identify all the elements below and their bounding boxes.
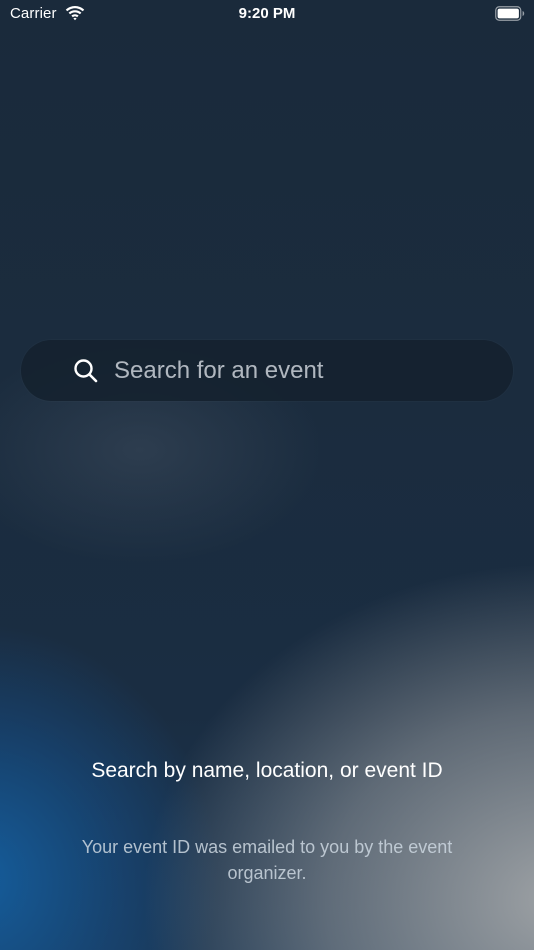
help-subtitle: Your event ID was emailed to you by the … xyxy=(81,837,453,883)
status-bar: Carrier 9:20 PM xyxy=(0,0,534,28)
search-input[interactable] xyxy=(114,352,504,390)
battery-icon xyxy=(495,6,525,21)
help-title: Search by name, location, or event ID xyxy=(91,759,443,782)
search-icon xyxy=(73,358,99,384)
clock-time: 9:20 PM xyxy=(238,5,296,22)
search-bar[interactable] xyxy=(21,340,513,401)
event-search-screen: Carrier 9:20 PM Search by xyxy=(0,0,534,950)
